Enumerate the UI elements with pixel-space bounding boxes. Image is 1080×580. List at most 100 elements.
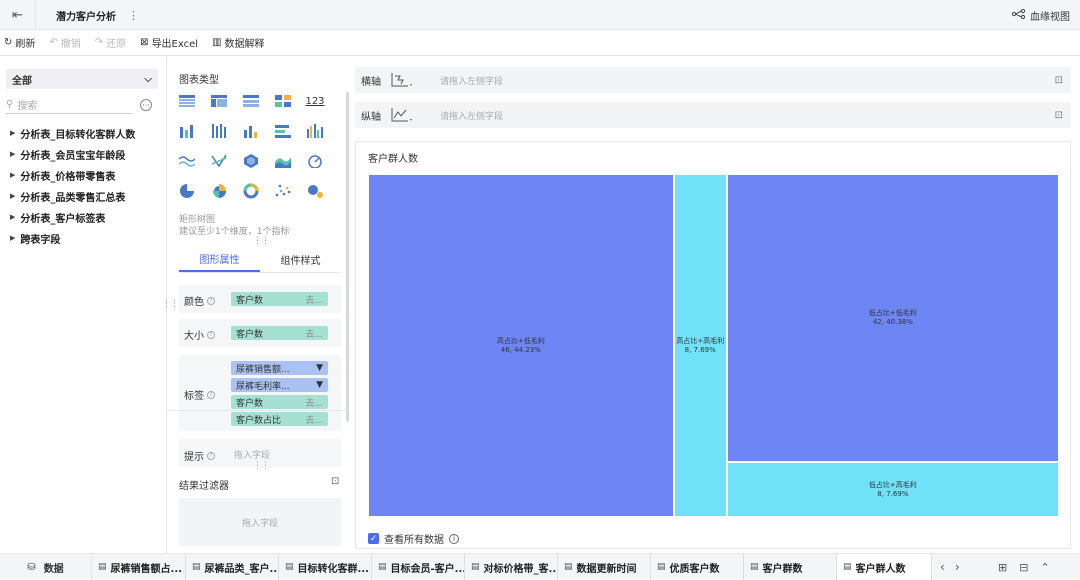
detail-table-icon[interactable] [241,93,261,109]
lock-icon[interactable]: ⊡ [1055,102,1063,128]
sheet-tab[interactable]: ▤ 客户群数 [744,554,837,580]
config-panel: 图表类型 123 矩形树图 建议至少1个维度，1个指标 ⋮⋮ 图形属性 组件样式 [167,57,349,553]
undo-button[interactable]: ↶ 撤销 [49,35,80,50]
sheet-tab-label: 客户群人数 [855,563,906,575]
table-item[interactable]: ▶ 跨表字段 [10,230,60,246]
view-all-data-toggle[interactable]: ✓ 查看所有数据 i [368,531,459,546]
export-excel-button[interactable]: ⊠ 导出Excel [140,35,198,50]
data-explain-button[interactable]: ▥ 数据解释 [212,35,264,50]
treemap-tile[interactable]: 高占比+高毛利 8, 7.69% [673,174,727,517]
label-row: 标签? 尿裤销售额... ▼ 尿裤毛利率... ▼ 客户数 去... 客户数占比 去..… [179,355,341,431]
search-options-icon[interactable]: ··· [140,99,152,111]
result-filter-label: 结果过滤器 [179,481,229,492]
table-item[interactable]: ▶ 分析表_会员宝宝年龄段 [10,146,125,162]
redo-button[interactable]: ↷ 还原 [95,35,126,50]
scope-select[interactable]: 全部 ⌵ [6,69,158,89]
lock-icon[interactable]: ⊡ [331,476,339,487]
radar-line-icon[interactable] [209,153,229,169]
x-axis-type-icon[interactable] [389,71,415,89]
help-icon: ? [207,451,215,460]
chevron-right-icon[interactable]: › [955,560,960,574]
sheet-tab[interactable]: ▤ 尿裤品类_客户... [186,554,279,580]
color-field-pill[interactable]: 客户数 去... [231,292,328,306]
more-icon[interactable]: ⋮ [128,0,140,30]
treemap-tile[interactable]: 高占比+低毛利 46, 44.23% [368,174,674,517]
add-component-icon[interactable]: ⊞ [998,561,1007,574]
size-field-pill[interactable]: 客户数 去... [231,326,328,340]
treemap-tile[interactable]: 低占比+低毛利 42, 40.38% [726,174,1059,463]
result-filter-drop-zone[interactable]: 拖入字段 [179,498,341,546]
chart-sheet-icon: ▤ [750,562,759,572]
tile-label: 低占比+低毛利 [868,309,917,318]
chart-sheet-icon: ▤ [564,562,573,572]
table-item[interactable]: ▶ 分析表_品类零售汇总表 [10,188,125,204]
sheet-tab[interactable]: ▤ 目标会员-客户... [372,554,465,580]
sheet-tab[interactable]: ▤ 对标价格带_客... [465,554,558,580]
chart-type-label: 图表类型 [179,75,219,86]
add-dashboard-icon[interactable]: ⊟ [1019,561,1028,574]
info-icon[interactable]: i [449,533,459,544]
help-icon: ? [207,330,215,339]
y-axis-drop-zone[interactable]: 请拖入左侧字段 [440,102,503,128]
checkbox-checked-icon[interactable]: ✓ [368,533,379,544]
table-item[interactable]: ▶ 分析表_价格带零售表 [10,167,115,183]
collapse-handle[interactable]: ⋮⋮ [253,461,270,471]
stacked-bar-icon[interactable] [209,123,229,139]
chart-sheet-icon: ▤ [657,562,666,572]
refresh-button[interactable]: ↻ 刷新 [4,35,35,50]
search-input[interactable]: ⚲ 搜索 [6,96,132,114]
treemap-tile[interactable]: 低占比+高毛利 8, 7.69% [726,462,1059,517]
rose-pie-icon[interactable] [209,183,229,199]
tooltip-drop-zone[interactable]: 拖入字段 [234,448,270,461]
data-tab[interactable]: ⛁ 数据 [0,554,92,580]
gauge-icon[interactable] [305,153,325,169]
lock-icon[interactable]: ⊡ [1055,67,1063,93]
label-field-pill[interactable]: 客户数 去... [231,395,328,409]
donut-icon[interactable] [241,183,261,199]
tab-graph-properties[interactable]: 图形属性 [179,247,260,272]
sheet-tab[interactable]: ▤ 优质客户数 [651,554,744,580]
lineage-view-button[interactable]: 血缘视图 [1011,0,1070,30]
back-icon[interactable]: ⇤ [0,0,36,30]
chart-sheet-icon: ▤ [98,562,107,572]
label-field-pill[interactable]: 尿裤毛利率... ▼ [231,378,328,392]
scatter-icon[interactable] [273,183,293,199]
polygon-icon[interactable] [241,153,261,169]
collapse-handle[interactable]: ⋮⋮ [253,236,270,246]
scope-value: 全部 [12,75,32,87]
chart-type-grid: 123 [177,93,337,199]
tile-value: 42, 40.38% [872,318,913,327]
grouped-bar-icon[interactable] [177,123,197,139]
multi-column-icon[interactable] [305,123,325,139]
collapse-up-icon[interactable]: ⌃ [1040,561,1049,574]
table-item[interactable]: ▶ 分析表_目标转化客群人数 [10,125,135,141]
horizontal-bar-icon[interactable] [273,123,293,139]
cross-table-icon[interactable] [209,93,229,109]
sheet-tab[interactable]: ▤ 数据更新时间 [558,554,651,580]
kpi-number-icon[interactable]: 123 [305,93,325,109]
sheet-tab[interactable]: ▤ 客户群人数 [837,554,932,580]
block-table-icon[interactable] [273,93,293,109]
pie-icon[interactable] [177,183,197,199]
y-axis-type-icon[interactable] [389,106,415,124]
chart-sheet-icon: ▤ [843,562,852,572]
label-label-text: 标签 [184,391,204,402]
table-icon[interactable] [177,93,197,109]
tab-component-style[interactable]: 组件样式 [260,247,341,272]
chevron-left-icon[interactable]: ‹ [940,560,945,574]
table-item[interactable]: ▶ 分析表_客户标签表 [10,209,105,225]
label-field-pill[interactable]: 尿裤销售额... ▼ [231,361,328,375]
line-icon[interactable] [177,153,197,169]
column-icon[interactable] [241,123,261,139]
chevron-down-icon: ⌵ [144,73,152,85]
scrollbar[interactable] [346,92,349,422]
area-icon[interactable] [273,153,293,169]
sheet-tab[interactable]: ▤ 尿裤销售额占... [92,554,186,580]
help-icon: ? [207,296,215,305]
x-axis-drop-zone[interactable]: 请拖入左侧字段 [440,67,503,93]
data-tab-label: 数据 [43,563,64,575]
label-field-pill[interactable]: 客户数占比 去... [231,412,328,426]
treemap: 高占比+低毛利 46, 44.23% 高占比+高毛利 8, 7.69% 低占比+低毛利 4… [368,174,1059,517]
sheet-tab[interactable]: ▤ 目标转化客群... [279,554,372,580]
bubble-icon[interactable] [305,183,325,199]
